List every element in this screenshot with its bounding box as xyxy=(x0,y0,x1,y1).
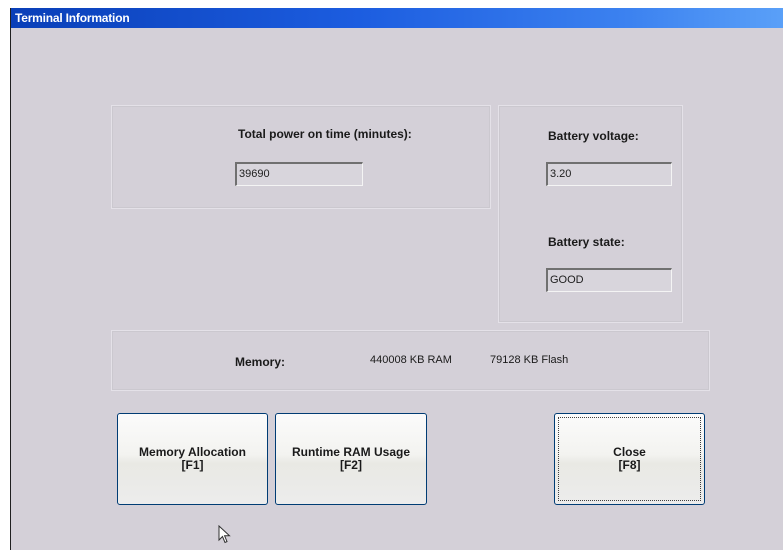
battery-voltage-field: 3.20 xyxy=(546,162,672,186)
battery-state-label: Battery state: xyxy=(548,235,625,249)
memory-flash-value: 79128 KB Flash xyxy=(490,354,569,366)
memory-ram-value: 440008 KB RAM xyxy=(370,354,452,366)
terminal-information-window: Terminal Information Total power on time… xyxy=(10,8,783,550)
memory-allocation-button[interactable]: Memory Allocation [F1] xyxy=(117,413,268,505)
close-key: [F8] xyxy=(618,458,641,472)
battery-state-field: GOOD xyxy=(546,268,672,292)
close-label: Close xyxy=(613,445,646,459)
window-title: Terminal Information xyxy=(11,8,783,28)
memory-allocation-key: [F1] xyxy=(181,458,204,472)
power-time-label: Total power on time (minutes): xyxy=(238,127,412,141)
power-time-group xyxy=(111,105,491,209)
power-time-field: 39690 xyxy=(235,162,363,186)
battery-voltage-label: Battery voltage: xyxy=(548,129,639,143)
runtime-ram-usage-button[interactable]: Runtime RAM Usage [F2] xyxy=(275,413,427,505)
mouse-pointer-icon xyxy=(218,525,231,544)
runtime-ram-usage-key: [F2] xyxy=(339,458,362,472)
close-button[interactable]: Close [F8] xyxy=(554,413,705,505)
memory-label: Memory: xyxy=(235,355,286,369)
